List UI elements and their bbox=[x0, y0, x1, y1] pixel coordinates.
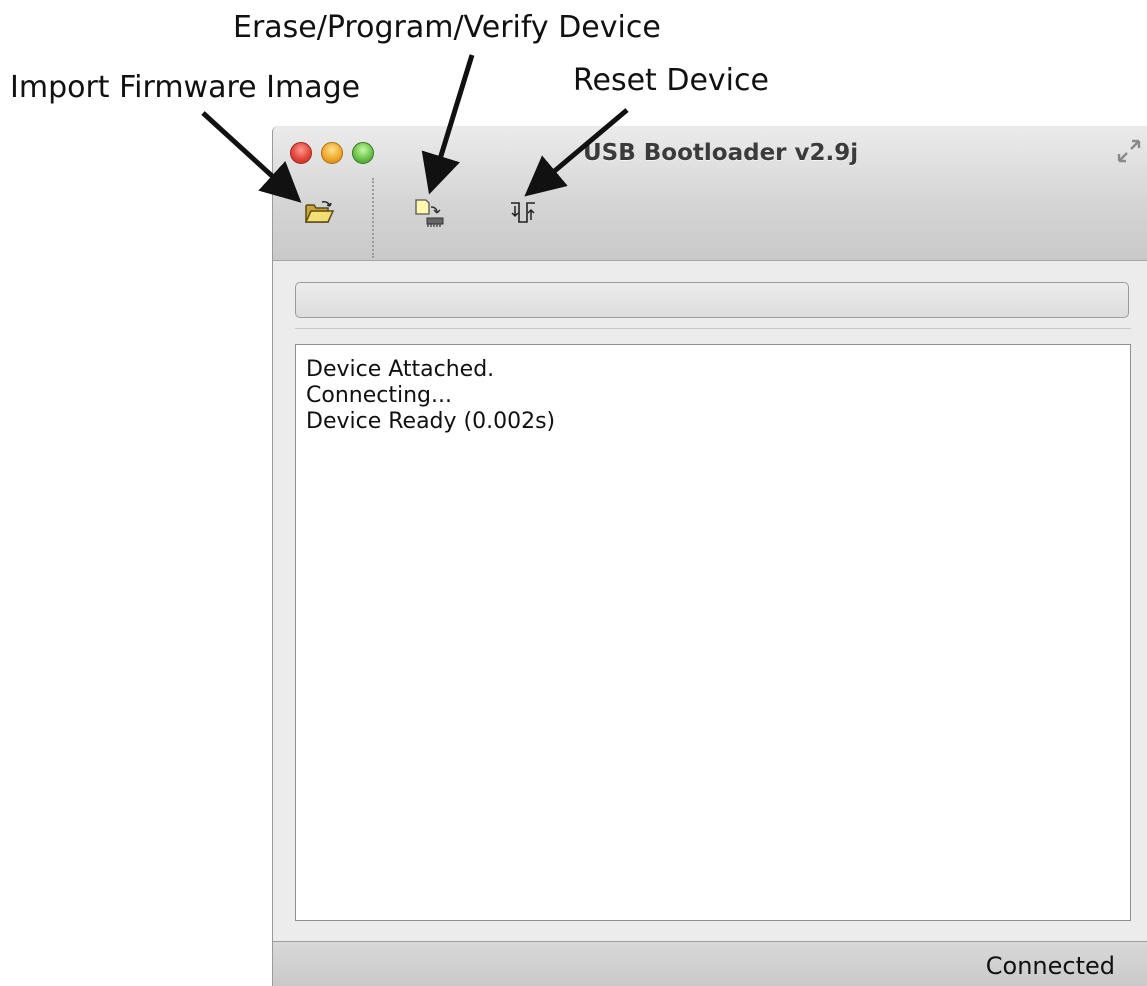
fullscreen-icon[interactable] bbox=[1116, 138, 1142, 164]
folder-open-icon bbox=[304, 201, 334, 223]
app-window: USB Bootloader v2.9j Device Attached. Co… bbox=[272, 126, 1147, 986]
log-line: Device Ready (0.002s) bbox=[306, 409, 556, 434]
toolbar-separator bbox=[372, 178, 374, 258]
annotation-reset-device: Reset Device bbox=[573, 63, 769, 98]
annotation-erase-program-verify: Erase/Program/Verify Device bbox=[233, 10, 661, 45]
log-output[interactable]: Device Attached. Connecting... Device Re… bbox=[295, 344, 1131, 921]
title-bar: USB Bootloader v2.9j bbox=[273, 126, 1147, 261]
program-device-icon bbox=[415, 199, 444, 227]
status-bar: Connected bbox=[273, 941, 1147, 986]
log-line: Connecting... bbox=[306, 383, 452, 408]
zoom-window-button[interactable] bbox=[352, 142, 374, 164]
reset-device-icon bbox=[511, 202, 535, 223]
minimize-window-button[interactable] bbox=[321, 142, 343, 164]
window-title: USB Bootloader v2.9j bbox=[583, 140, 859, 166]
annotation-import-firmware: Import Firmware Image bbox=[10, 70, 361, 105]
log-line: Device Attached. bbox=[306, 357, 495, 382]
import-firmware-button[interactable] bbox=[301, 196, 337, 230]
progress-bar bbox=[295, 282, 1129, 318]
erase-program-verify-button[interactable] bbox=[411, 196, 447, 230]
divider bbox=[295, 328, 1131, 329]
close-window-button[interactable] bbox=[290, 142, 312, 164]
connection-status: Connected bbox=[985, 952, 1115, 980]
reset-device-button[interactable] bbox=[505, 196, 541, 230]
